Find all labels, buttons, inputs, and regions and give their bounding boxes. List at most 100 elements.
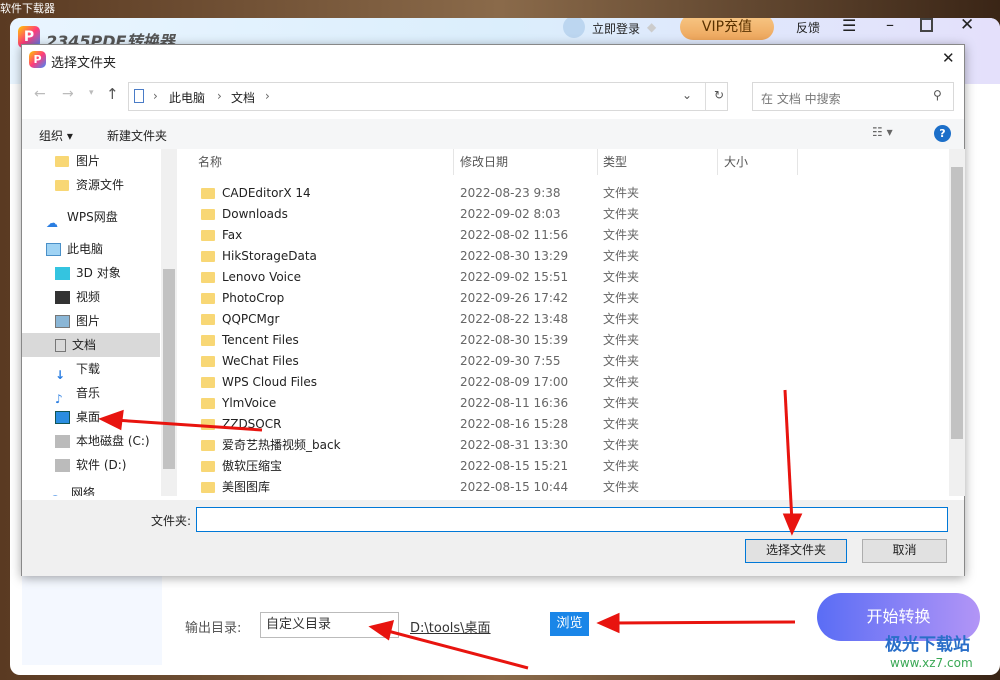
folder-label: 文件夹: [151, 514, 192, 528]
recent-dropdown-icon[interactable]: ▾ [89, 88, 94, 98]
file-row[interactable]: Tencent Files 2022-08-30 15:39 文件夹 [179, 330, 949, 351]
folder-icon [201, 314, 215, 325]
new-folder-button[interactable]: 新建文件夹 [107, 127, 167, 144]
cloud-icon: ☁ [46, 216, 58, 230]
breadcrumb-documents[interactable]: 文档 [231, 89, 255, 106]
file-row[interactable]: 傲软压缩宝 2022-08-15 15:21 文件夹 [179, 456, 949, 477]
desktop-icon [55, 411, 70, 424]
file-type: 文件夹 [603, 438, 640, 452]
file-type: 文件夹 [603, 312, 640, 326]
nav-scrollbar[interactable] [161, 149, 177, 496]
dialog-close-icon[interactable]: ✕ [942, 49, 955, 67]
file-row[interactable]: Lenovo Voice 2022-09-02 15:51 文件夹 [179, 267, 949, 288]
file-name: CADEditorX 14 [222, 186, 311, 200]
file-row[interactable]: 美图图库 2022-08-15 10:44 文件夹 [179, 477, 949, 496]
file-name: Lenovo Voice [222, 270, 301, 284]
folder-icon [201, 461, 215, 472]
network-icon: ● [50, 487, 65, 496]
file-scroll-thumb[interactable] [951, 167, 963, 439]
nav-item[interactable]: ☁ WPS网盘 [22, 205, 160, 230]
background-caption: 软件下载器 [0, 2, 55, 15]
file-row[interactable]: WeChat Files 2022-09-30 7:55 文件夹 [179, 351, 949, 372]
column-size[interactable]: 大小 [724, 149, 748, 175]
cancel-button[interactable]: 取消 [862, 539, 947, 563]
nav-item-desktop[interactable]: 桌面 [22, 405, 160, 429]
file-type: 文件夹 [603, 228, 640, 242]
folder-icon [201, 398, 215, 409]
file-name: HikStorageData [222, 249, 317, 263]
file-name: YlmVoice [222, 396, 277, 410]
nav-item[interactable]: ●网络 [22, 481, 160, 496]
avatar[interactable] [563, 18, 585, 38]
search-icon: ⚲ [933, 88, 942, 102]
column-date[interactable]: 修改日期 [460, 149, 508, 175]
drive-icon [55, 459, 70, 472]
nav-item[interactable]: 3D 对象 [22, 261, 160, 285]
vip-button[interactable]: VIP充值 [680, 18, 774, 40]
file-date: 2022-08-09 17:00 [460, 375, 569, 389]
file-row[interactable]: QQPCMgr 2022-08-22 13:48 文件夹 [179, 309, 949, 330]
output-dir-select[interactable]: 自定义目录 ⌄ [260, 612, 399, 638]
file-row[interactable]: YlmVoice 2022-08-11 16:36 文件夹 [179, 393, 949, 414]
drive-icon [55, 435, 70, 448]
nav-item[interactable]: 图片 [22, 309, 160, 333]
file-row[interactable]: 爱奇艺热播视频_back 2022-08-31 13:30 文件夹 [179, 435, 949, 456]
file-row[interactable]: CADEditorX 14 2022-08-23 9:38 文件夹 [179, 183, 949, 204]
file-row[interactable]: Fax 2022-08-02 11:56 文件夹 [179, 225, 949, 246]
view-options-icon[interactable]: ☷ ▾ [872, 125, 893, 139]
file-name: Downloads [222, 207, 288, 221]
column-type[interactable]: 类型 [603, 149, 627, 175]
output-path-link[interactable]: D:\tools\桌面 [410, 617, 491, 636]
file-row[interactable]: ZZDSOCR 2022-08-16 15:28 文件夹 [179, 414, 949, 435]
organize-menu[interactable]: 组织 ▾ [39, 127, 73, 144]
login-link[interactable]: 立即登录 [592, 20, 640, 37]
folder-input[interactable] [196, 507, 948, 532]
nav-item[interactable]: 资源文件 [22, 173, 160, 197]
feedback-link[interactable]: 反馈 [796, 19, 820, 36]
nav-scroll-thumb[interactable] [163, 269, 175, 469]
select-folder-button[interactable]: 选择文件夹 [745, 539, 847, 563]
file-date: 2022-08-22 13:48 [460, 312, 569, 326]
nav-item[interactable]: ♪ 音乐 [22, 381, 160, 406]
file-type: 文件夹 [603, 459, 640, 473]
folder-icon [201, 335, 215, 346]
maximize-icon[interactable] [920, 18, 933, 32]
nav-item[interactable]: 视频 [22, 285, 160, 309]
breadcrumb-this-pc[interactable]: 此电脑 [169, 89, 205, 106]
browse-button[interactable]: 浏览 [550, 612, 589, 636]
folder-icon [201, 209, 215, 220]
file-row[interactable]: PhotoCrop 2022-09-26 17:42 文件夹 [179, 288, 949, 309]
folder-icon [201, 188, 215, 199]
address-bar[interactable]: › 此电脑 › 文档 › ⌄ ↻ [128, 82, 728, 111]
dialog-title: 选择文件夹 [51, 56, 117, 71]
file-row[interactable]: WPS Cloud Files 2022-08-09 17:00 文件夹 [179, 372, 949, 393]
organize-label: 组织 [39, 129, 64, 143]
file-row[interactable]: HikStorageData 2022-08-30 13:29 文件夹 [179, 246, 949, 267]
file-row[interactable]: Downloads 2022-09-02 8:03 文件夹 [179, 204, 949, 225]
nav-item[interactable]: ↓ 下载 [22, 357, 160, 382]
menu-icon[interactable]: ☰ [842, 18, 856, 35]
nav-item-selected[interactable]: 文档 [22, 333, 160, 357]
nav-item[interactable]: 软件 (D:) [22, 453, 160, 477]
column-name[interactable]: 名称 [198, 149, 222, 175]
refresh-icon[interactable]: ↻ [714, 88, 724, 102]
output-select-value: 自定义目录 [266, 617, 332, 632]
folder-icon [201, 419, 215, 430]
file-type: 文件夹 [603, 291, 640, 305]
address-dropdown-icon[interactable]: ⌄ [682, 88, 692, 102]
up-icon[interactable]: ↑ [106, 85, 119, 103]
help-icon[interactable]: ? [934, 125, 951, 142]
file-list: 名称 ˄ 修改日期 类型 大小 CADEditorX 14 2022-08-23… [179, 149, 949, 496]
folder-icon [201, 272, 215, 283]
back-icon[interactable]: ← [34, 86, 46, 102]
folder-icon [201, 482, 215, 493]
minimize-icon[interactable]: – [886, 18, 894, 34]
nav-item[interactable]: 此电脑 [22, 237, 160, 261]
file-list-scrollbar[interactable] [949, 149, 965, 496]
nav-item[interactable]: 本地磁盘 (C:) [22, 429, 160, 453]
nav-item[interactable]: 图片 [22, 149, 160, 173]
forward-icon[interactable]: → [62, 86, 74, 102]
close-icon[interactable]: ✕ [960, 18, 974, 35]
file-name: ZZDSOCR [222, 417, 282, 431]
search-input[interactable]: 在 文档 中搜索 ⚲ [752, 82, 954, 111]
